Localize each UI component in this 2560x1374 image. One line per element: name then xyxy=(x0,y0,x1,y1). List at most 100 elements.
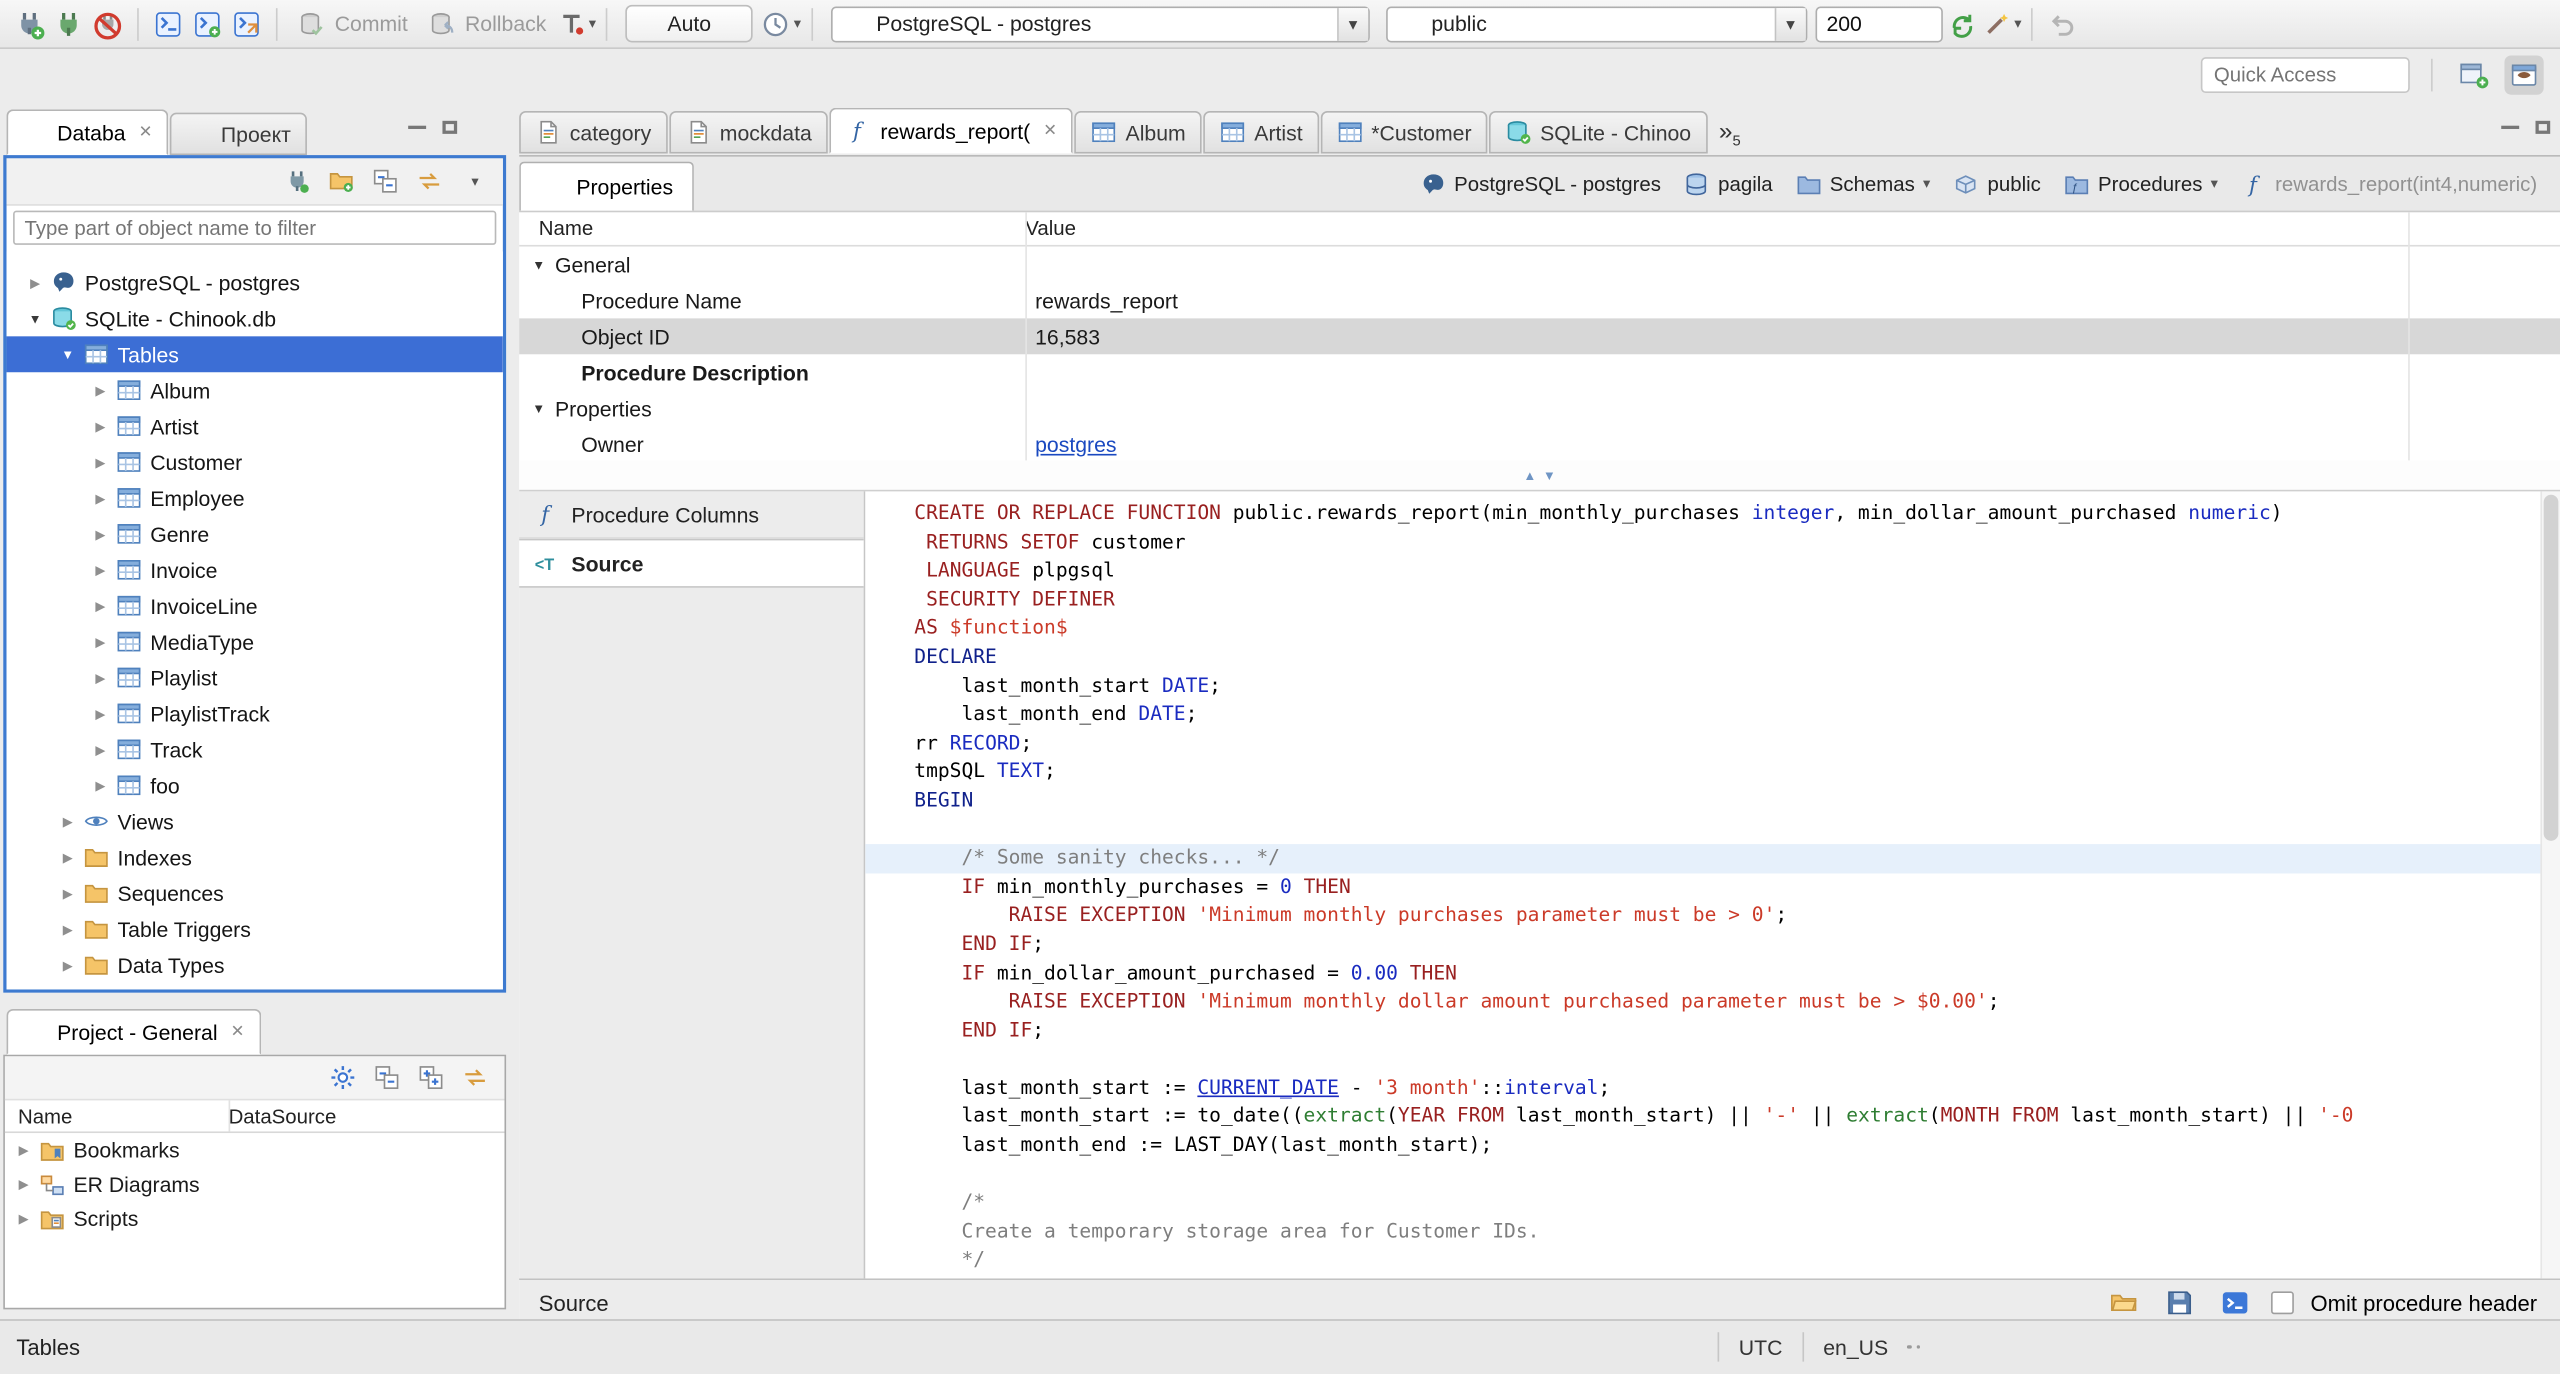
project-item-er-diagrams[interactable]: ▶ ER Diagrams xyxy=(5,1167,505,1201)
code-line[interactable]: CREATE OR REPLACE FUNCTION public.reward… xyxy=(914,500,2560,529)
collapse-up-icon[interactable]: ▲ xyxy=(1523,468,1536,483)
tab-projects[interactable]: Проект xyxy=(170,112,308,156)
navigator-filter-input[interactable] xyxy=(13,210,497,245)
code-line[interactable]: BEGIN xyxy=(914,787,2560,816)
chevron-collapsed-icon[interactable]: ▶ xyxy=(56,886,80,901)
chevron-collapsed-icon[interactable]: ▶ xyxy=(56,922,80,937)
project-collapse-all-button[interactable] xyxy=(371,1061,404,1094)
chevron-collapsed-icon[interactable]: ▶ xyxy=(88,706,112,721)
connect-button[interactable] xyxy=(49,4,88,43)
tree-item-sqlite-chinook-db[interactable]: ▼ SQLite - Chinook.db xyxy=(7,300,503,336)
section-source[interactable]: <T Source xyxy=(519,538,864,588)
tree-item-tables[interactable]: ▼ Tables xyxy=(6,336,503,373)
code-line[interactable]: last_month_start := to_date((extract(YEA… xyxy=(914,1103,2560,1132)
grid-column-value[interactable]: Value xyxy=(1025,217,1076,240)
auto-commit-button[interactable]: Auto xyxy=(625,4,753,43)
chevron-collapsed-icon[interactable]: ▶ xyxy=(56,850,80,865)
code-line[interactable] xyxy=(914,1160,2560,1189)
chevron-collapsed-icon[interactable]: ▶ xyxy=(88,491,112,506)
column-divider[interactable] xyxy=(1025,212,1027,461)
chevron-collapsed-icon[interactable]: ▶ xyxy=(56,958,80,973)
code-line[interactable]: RAISE EXCEPTION 'Minimum monthly dollar … xyxy=(914,988,2560,1017)
property-row-procedure-name[interactable]: Procedure Name rewards_report xyxy=(519,282,2560,318)
tab-project-general[interactable]: Project - General ✕ xyxy=(6,1008,261,1055)
code-line[interactable]: Create a temporary storage area for Cust… xyxy=(914,1218,2560,1247)
column-divider[interactable] xyxy=(2408,212,2410,461)
chevron-expanded-icon[interactable]: ▼ xyxy=(532,401,545,416)
code-line[interactable]: END IF; xyxy=(914,1017,2560,1046)
maximize-button[interactable] xyxy=(2535,120,2551,134)
code-line[interactable]: */ xyxy=(914,1246,2560,1275)
tree-item-invoiceline[interactable]: ▶ InvoiceLine xyxy=(7,588,503,624)
code-line[interactable]: /* xyxy=(914,1189,2560,1218)
code-line[interactable]: DECLARE xyxy=(914,643,2560,672)
minimize-button[interactable] xyxy=(2501,125,2520,129)
tree-item-artist[interactable]: ▶ Artist xyxy=(7,408,503,444)
project-expand-all-button[interactable] xyxy=(415,1061,448,1094)
code-line[interactable]: END IF; xyxy=(914,930,2560,959)
column-divider[interactable] xyxy=(228,1100,231,1132)
tree-item-playlisttrack[interactable]: ▶ PlaylistTrack xyxy=(7,696,503,732)
undo-button[interactable] xyxy=(2043,4,2082,43)
save-to-file-button[interactable] xyxy=(2160,1283,2199,1322)
chevron-down-icon[interactable]: ▼ xyxy=(1774,7,1806,40)
maximize-button[interactable] xyxy=(442,120,458,134)
tree-item-sequences[interactable]: ▶ Sequences xyxy=(7,875,503,911)
breadcrumb-item-pagila[interactable]: pagila xyxy=(1684,171,1773,197)
transaction-log-button[interactable]: ▾ xyxy=(761,4,801,43)
tree-item-mediatype[interactable]: ▶ MediaType xyxy=(7,624,503,660)
status-locale[interactable]: en_US xyxy=(1823,1335,1888,1359)
tree-item-track[interactable]: ▶ Track xyxy=(7,731,503,767)
breadcrumb-item-postgresql-postgres[interactable]: PostgreSQL - postgres xyxy=(1420,171,1661,197)
editor-tab-mockdata[interactable]: mockdata xyxy=(669,111,829,154)
tab-overflow-button[interactable]: »5 xyxy=(1709,118,1750,154)
tab-properties[interactable]: Properties xyxy=(519,161,695,211)
breadcrumb-item-procedures[interactable]: ƒ Procedures ▾ xyxy=(2064,171,2218,197)
chevron-down-icon[interactable]: ▼ xyxy=(1336,7,1368,40)
code-line[interactable]: RETURNS SETOF customer xyxy=(914,528,2560,557)
close-icon[interactable]: ✕ xyxy=(1043,122,1057,140)
code-line[interactable]: last_month_end := LAST_DAY(last_month_st… xyxy=(914,1132,2560,1161)
tree-item-customer[interactable]: ▶ Customer xyxy=(7,444,503,480)
tree-item-indexes[interactable]: ▶ Indexes xyxy=(7,839,503,875)
chevron-collapsed-icon[interactable]: ▶ xyxy=(11,1177,35,1192)
chevron-collapsed-icon[interactable]: ▶ xyxy=(56,814,80,829)
refresh-button[interactable] xyxy=(1942,4,1981,43)
code-line[interactable]: AS $function$ xyxy=(914,614,2560,643)
load-from-file-button[interactable] xyxy=(2105,1283,2144,1322)
open-perspective-button[interactable] xyxy=(2454,56,2493,95)
project-link-editor-button[interactable] xyxy=(459,1061,492,1094)
code-line[interactable]: last_month_start := CURRENT_DATE - '3 mo… xyxy=(914,1074,2560,1103)
chevron-down-icon[interactable]: ▾ xyxy=(2211,175,2218,193)
navigator-collapse-all-button[interactable] xyxy=(369,165,402,198)
tree-item-views[interactable]: ▶ Views xyxy=(7,803,503,839)
collapse-down-icon[interactable]: ▼ xyxy=(1543,468,1556,483)
chevron-collapsed-icon[interactable]: ▶ xyxy=(88,383,112,398)
chevron-collapsed-icon[interactable]: ▶ xyxy=(23,275,47,290)
project-column-name[interactable]: Name xyxy=(5,1104,229,1127)
breadcrumb-item-rewards-report-int4-numeric[interactable]: f rewards_report(int4,numeric) xyxy=(2241,171,2537,197)
status-timezone[interactable]: UTC xyxy=(1739,1335,1783,1359)
code-line[interactable]: last_month_end DATE; xyxy=(914,701,2560,730)
grid-column-name[interactable]: Name xyxy=(519,217,1025,240)
new-sql-editor-button[interactable] xyxy=(188,4,227,43)
fetch-size-input[interactable] xyxy=(1815,5,1943,42)
tree-item-data-types[interactable]: ▶ Data Types xyxy=(7,947,503,983)
editor-tab-album[interactable]: Album xyxy=(1074,111,1203,154)
tree-item-foo[interactable]: ▶ foo xyxy=(7,767,503,803)
rollback-button[interactable]: Rollback xyxy=(418,9,557,38)
property-row-properties[interactable]: ▼ Properties xyxy=(519,390,2560,426)
editor-tab-category[interactable]: category xyxy=(519,111,668,154)
chevron-collapsed-icon[interactable]: ▶ xyxy=(88,778,112,793)
tree-item-table-triggers[interactable]: ▶ Table Triggers xyxy=(7,911,503,947)
chevron-collapsed-icon[interactable]: ▶ xyxy=(88,634,112,649)
chevron-collapsed-icon[interactable]: ▶ xyxy=(88,562,112,577)
tree-item-postgresql-postgres[interactable]: ▶ PostgreSQL - postgres xyxy=(7,264,503,300)
chevron-collapsed-icon[interactable]: ▶ xyxy=(88,598,112,613)
navigator-connect-button[interactable] xyxy=(281,165,314,198)
transaction-mode-button[interactable]: ▾ xyxy=(556,4,596,43)
chevron-expanded-icon[interactable]: ▼ xyxy=(532,257,545,272)
new-connection-button[interactable] xyxy=(10,4,49,43)
property-value-link[interactable]: postgres xyxy=(1035,432,1116,456)
open-sql-script-button[interactable] xyxy=(227,4,266,43)
